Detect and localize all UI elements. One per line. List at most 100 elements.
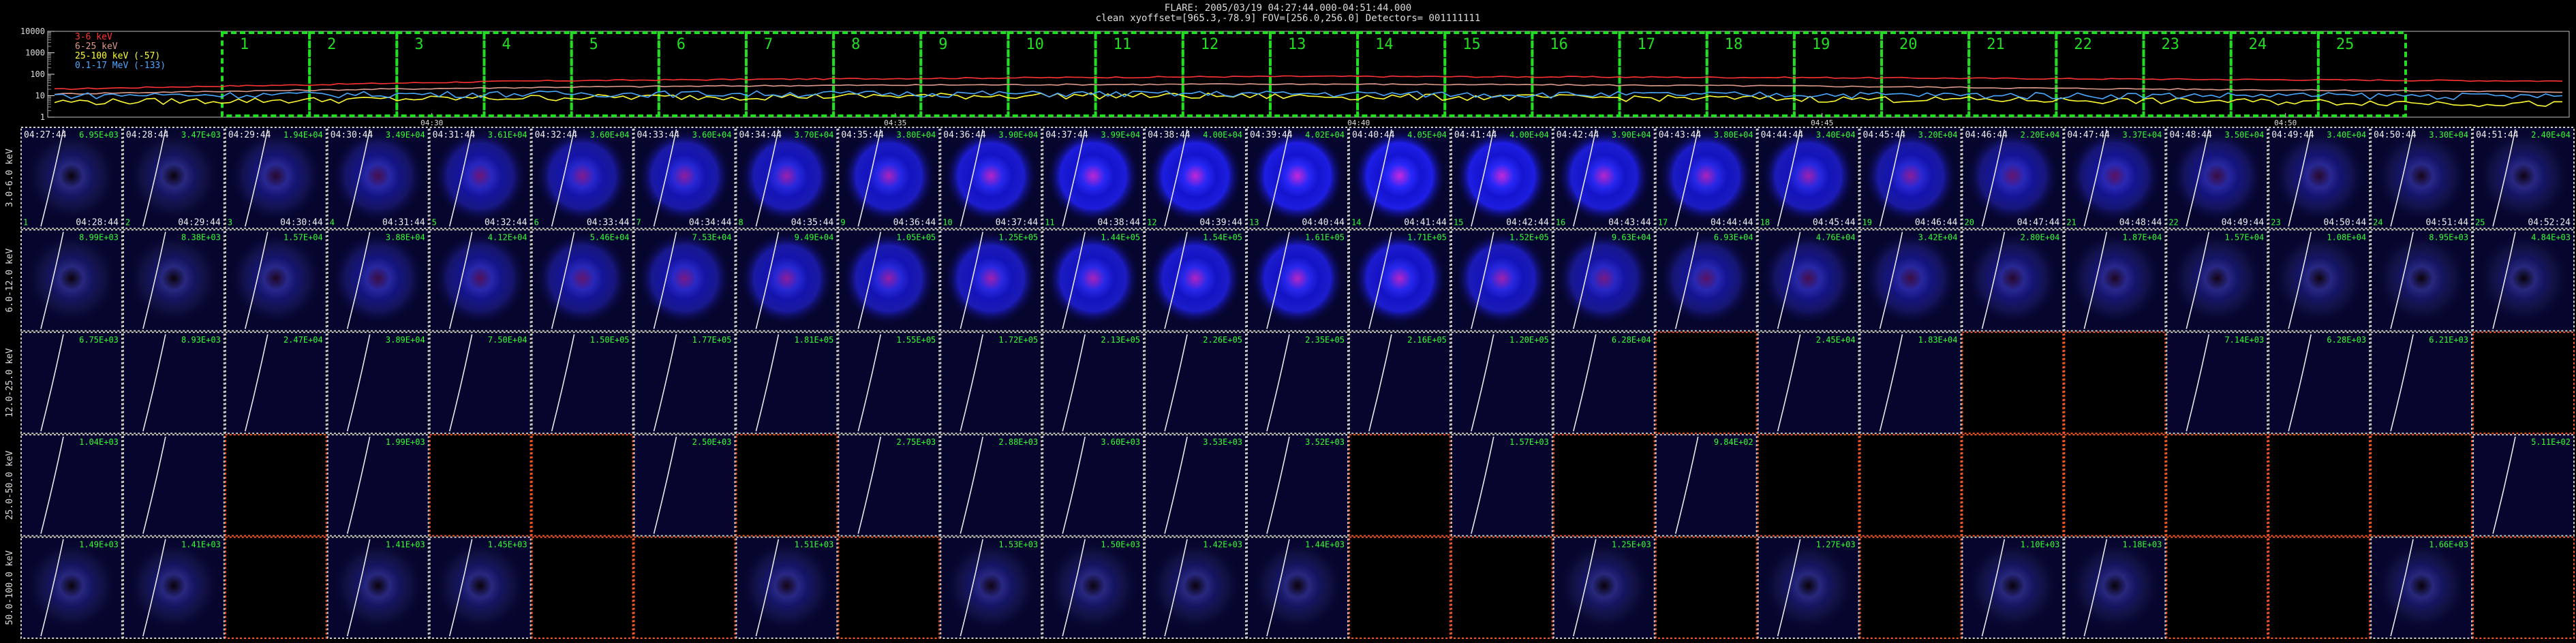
cell-max-label: 8.38E+03 [181, 232, 221, 242]
cell-max-label: 1.57E+03 [1509, 437, 1549, 447]
image-cell-bg [123, 435, 224, 536]
flare-image [1454, 129, 1549, 223]
image-cell-bg [736, 332, 838, 434]
cell-max-label: 3.80E+04 [1714, 130, 1753, 140]
cell-index: 4 [330, 217, 335, 227]
cell-start-time: 04:41:44 [1454, 130, 1497, 140]
cell-max-label: 3.50E+04 [2224, 130, 2264, 140]
cell-index: 15 [1454, 217, 1463, 227]
flare-image [1251, 231, 1345, 326]
image-cell-bg [1655, 435, 1757, 536]
cell-index: 2 [125, 217, 130, 227]
cell-end-time: 04:29:44 [178, 217, 221, 228]
cell-end-time: 04:40:44 [1302, 217, 1345, 228]
legend-entry: 25-100 keV (-57) [75, 51, 160, 61]
cell-start-time: 04:27:44 [24, 130, 67, 140]
cell-index: 16 [1556, 217, 1565, 227]
image-cell-bg [2473, 537, 2574, 638]
lightcurve-frame [47, 31, 2570, 118]
cell-max-label: 1.50E+05 [590, 335, 630, 345]
interval-label: 3 [414, 36, 423, 53]
flare-image [637, 231, 732, 326]
image-cell-bg [429, 332, 531, 434]
cell-max-label: 1.66E+03 [2429, 540, 2468, 550]
flare-image [1965, 231, 2060, 326]
cell-start-time: 04:37:44 [1045, 130, 1088, 140]
cell-start-time: 04:31:44 [433, 130, 476, 140]
image-cell-bg [1145, 435, 1246, 536]
flare-image [1659, 129, 1753, 223]
cell-end-time: 04:50:44 [2324, 217, 2367, 228]
image-cell-bg [2166, 332, 2268, 434]
flare-image [1046, 231, 1141, 326]
cell-index: 20 [1964, 217, 1974, 227]
cell-index: 23 [2271, 217, 2280, 227]
image-cell-bg [1962, 435, 2064, 536]
flare-image [1046, 538, 1141, 633]
cell-max-label: 7.53E+04 [692, 232, 732, 242]
cell-max-label: 1.10E+03 [2021, 540, 2060, 550]
cell-max-label: 4.05E+04 [1407, 130, 1447, 140]
image-cell-bg [2473, 332, 2574, 434]
interval-label: 16 [1550, 36, 1568, 53]
flare-image [2170, 129, 2265, 223]
cell-end-time: 04:44:44 [1711, 217, 1753, 228]
cell-index: 14 [1351, 217, 1361, 227]
cell-start-time: 04:38:44 [1148, 130, 1191, 140]
interval-label: 20 [1899, 36, 1918, 53]
flare-image [842, 231, 936, 326]
legend-entry: 6-25 keV [75, 42, 118, 52]
cell-max-label: 6.28E+03 [2327, 335, 2366, 345]
image-cell-bg [940, 435, 1042, 536]
cell-max-label: 4.12E+04 [488, 232, 527, 242]
cell-index: 6 [534, 217, 539, 227]
flare-image [944, 129, 1039, 223]
cell-max-label: 9.49E+04 [795, 232, 834, 242]
flare-image [126, 538, 221, 633]
flare-image [944, 538, 1039, 633]
flare-image [24, 538, 119, 633]
cell-max-label: 3.88E+04 [386, 232, 425, 242]
cell-end-time: 04:33:44 [587, 217, 630, 228]
flare-image [1148, 129, 1243, 223]
cell-max-label: 1.44E+03 [1305, 540, 1345, 550]
flare-image [1761, 538, 1856, 633]
flare-image [1965, 129, 2060, 223]
flare-image [228, 129, 323, 223]
flare-image [739, 231, 834, 326]
flare-image [2477, 129, 2571, 223]
flare-image [433, 538, 527, 633]
row-band-label: 25.0-50.0 keV [5, 450, 15, 520]
cell-max-label: 1.20E+05 [1509, 335, 1549, 345]
cell-end-time: 04:45:44 [1813, 217, 1856, 228]
interval-label: 6 [677, 36, 686, 53]
cell-start-time: 04:43:44 [1659, 130, 1702, 140]
y-tick-label: 10000 [20, 27, 45, 36]
interval-label: 7 [764, 36, 773, 53]
cell-max-label: 5.11E+02 [2531, 437, 2571, 447]
header-line1: FLARE: 2005/03/19 04:27:44.000-04:51:44.… [1165, 3, 1411, 14]
cell-max-label: 4.84E+03 [2531, 232, 2571, 242]
image-cell-bg [225, 537, 326, 638]
cell-max-label: 1.57E+04 [2224, 232, 2264, 242]
cell-end-time: 04:51:44 [2425, 217, 2468, 228]
flare-image [535, 231, 630, 326]
flare-image [1863, 129, 1958, 223]
image-cell-bg [1247, 332, 1348, 434]
cell-start-time: 04:47:44 [2067, 130, 2110, 140]
cell-max-label: 3.80E+04 [896, 130, 936, 140]
image-cell-bg [1655, 537, 1757, 638]
cell-max-label: 7.50E+04 [488, 335, 527, 345]
interval-label: 4 [502, 36, 510, 53]
image-cell-bg [2473, 435, 2574, 536]
cell-max-label: 8.93E+03 [181, 335, 221, 345]
interval-label: 25 [2336, 36, 2355, 53]
cell-max-label: 3.60E+04 [590, 130, 630, 140]
y-tick-label: 100 [30, 69, 45, 79]
interval-label: 23 [2162, 36, 2180, 53]
cell-max-label: 3.30E+04 [2429, 130, 2468, 140]
interval-label: 14 [1375, 36, 1394, 53]
cell-start-time: 04:40:44 [1352, 130, 1395, 140]
cell-max-label: 3.90E+04 [1612, 130, 1651, 140]
cell-max-label: 3.37E+04 [2123, 130, 2162, 140]
